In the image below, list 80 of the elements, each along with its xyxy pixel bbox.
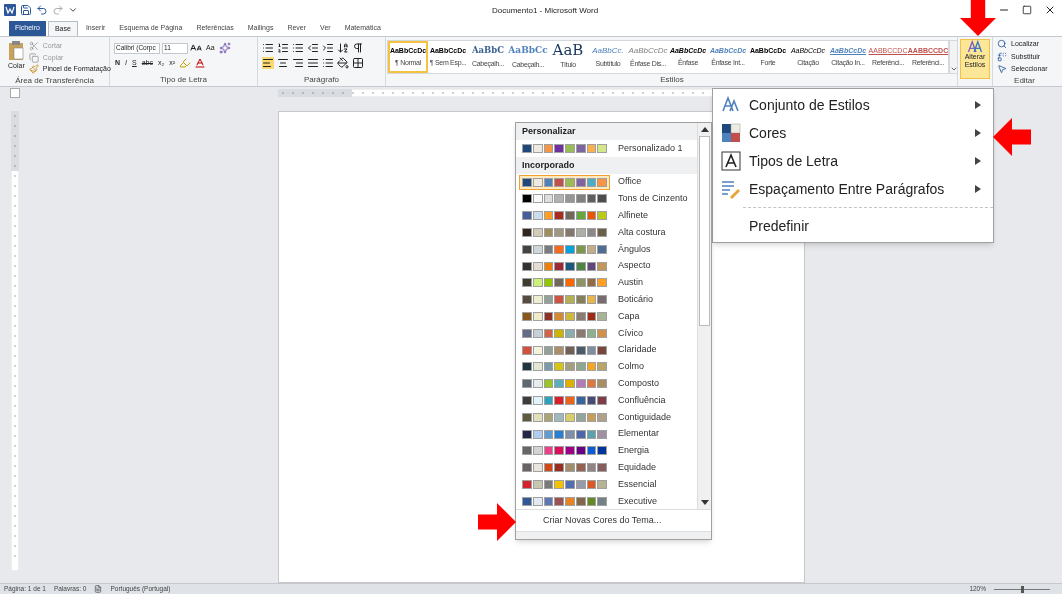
zoom-slider[interactable]	[994, 585, 1050, 593]
resize-grip[interactable]	[516, 531, 711, 539]
color-theme-option[interactable]: Austin	[516, 274, 697, 292]
color-theme-option[interactable]: Personalizado 1	[516, 140, 697, 157]
color-theme-option[interactable]: Cívico	[516, 324, 697, 342]
color-theme-option[interactable]: Confluência	[516, 392, 697, 409]
justify-icon[interactable]	[307, 57, 319, 69]
font-color-icon[interactable]	[194, 57, 207, 69]
color-theme-option[interactable]: Ângulos	[516, 241, 697, 258]
search-icon	[997, 39, 1007, 50]
bullet-list-icon[interactable]	[262, 42, 274, 54]
color-theme-option[interactable]: Office	[516, 173, 697, 191]
save-icon[interactable]	[20, 4, 32, 16]
group-label: Área de Transferência	[14, 74, 95, 87]
clipboard-icon	[8, 41, 25, 61]
color-theme-option[interactable]: Energia	[516, 442, 697, 460]
color-theme-option[interactable]: Claridade	[516, 341, 697, 359]
section-header: Personalizar	[516, 123, 697, 140]
color-theme-option[interactable]: Alta costura	[516, 224, 697, 241]
pointer-arrow-icon	[960, 0, 996, 36]
menu-item[interactable]: Conjunto de Estilos	[713, 91, 993, 119]
align-center-icon[interactable]	[277, 57, 289, 69]
group-label: Editar	[1013, 74, 1036, 87]
menu-item[interactable]: Espaçamento Entre Parágrafos	[713, 175, 993, 203]
color-theme-option[interactable]: Contiguidade	[516, 408, 697, 426]
app-logo-icon	[4, 4, 16, 16]
gallery-scrollbar[interactable]	[949, 40, 958, 74]
sort-icon[interactable]	[337, 42, 349, 54]
increase-indent-icon[interactable]	[322, 42, 334, 54]
multilevel-list-icon[interactable]	[292, 42, 304, 54]
color-theme-option[interactable]: Elementar	[516, 425, 697, 443]
group-label: Parágrafo	[302, 74, 341, 86]
paragraph-spacing-icon	[721, 179, 741, 199]
borders-icon[interactable]	[352, 57, 364, 69]
pointer-icon	[997, 64, 1007, 75]
shading-icon[interactable]	[337, 57, 349, 69]
proofing-icon[interactable]	[94, 585, 103, 593]
numbered-list-icon[interactable]	[277, 42, 289, 54]
menu-item[interactable]: Cores	[713, 119, 993, 147]
letters-icon	[967, 40, 983, 53]
decrease-indent-icon[interactable]	[307, 42, 319, 54]
font-icon	[721, 151, 741, 171]
color-theme-option[interactable]: Capa	[516, 308, 697, 325]
scroll-down-icon[interactable]	[700, 500, 709, 505]
line-spacing-icon[interactable]	[322, 57, 334, 69]
scissors-icon	[28, 41, 39, 52]
menu-item[interactable]: Tipos de Letra	[713, 147, 993, 175]
color-theme-option[interactable]: Tons de Cinzento	[516, 190, 697, 208]
undo-icon[interactable]	[36, 4, 48, 16]
color-theme-option[interactable]: Colmo	[516, 358, 697, 376]
group-label: Tipo de Letra	[159, 74, 208, 86]
copy-icon	[28, 52, 39, 63]
color-theme-option[interactable]: Essencial	[516, 476, 697, 493]
paintbrush-icon	[28, 64, 39, 75]
pointer-arrow-icon	[477, 503, 517, 541]
clear-formatting-icon[interactable]	[218, 42, 231, 54]
replace-icon	[997, 51, 1007, 62]
section-header: Incorporado	[516, 156, 697, 174]
restore-icon[interactable]	[1022, 5, 1032, 15]
scroll-up-icon[interactable]	[700, 127, 709, 132]
group-label: Estilos	[659, 74, 685, 86]
color-theme-option[interactable]: Executive	[516, 492, 697, 509]
pointer-arrow-icon	[992, 118, 1032, 156]
align-left-icon[interactable]	[262, 57, 274, 69]
pilcrow-icon[interactable]	[352, 42, 364, 54]
zoom-slider-thumb[interactable]	[1021, 585, 1024, 593]
align-right-icon[interactable]	[292, 57, 304, 69]
close-icon[interactable]	[1044, 4, 1056, 16]
color-theme-option[interactable]: Boticário	[516, 291, 697, 309]
window-title: Documento1 - Microsoft Word	[492, 5, 599, 17]
font-size-icon[interactable]	[190, 42, 202, 54]
more-styles-icon	[949, 65, 958, 73]
scrollbar[interactable]	[697, 123, 711, 509]
color-theme-option[interactable]: Composto	[516, 375, 697, 393]
color-theme-option[interactable]: Equidade	[516, 459, 697, 477]
customize-icon[interactable]	[68, 5, 78, 15]
color-theme-option[interactable]: Alfinete	[516, 207, 697, 225]
color-theme-option[interactable]: Aspecto	[516, 257, 697, 275]
menu-item[interactable]: Predefinir	[713, 212, 993, 240]
color-palette-icon	[721, 123, 741, 143]
